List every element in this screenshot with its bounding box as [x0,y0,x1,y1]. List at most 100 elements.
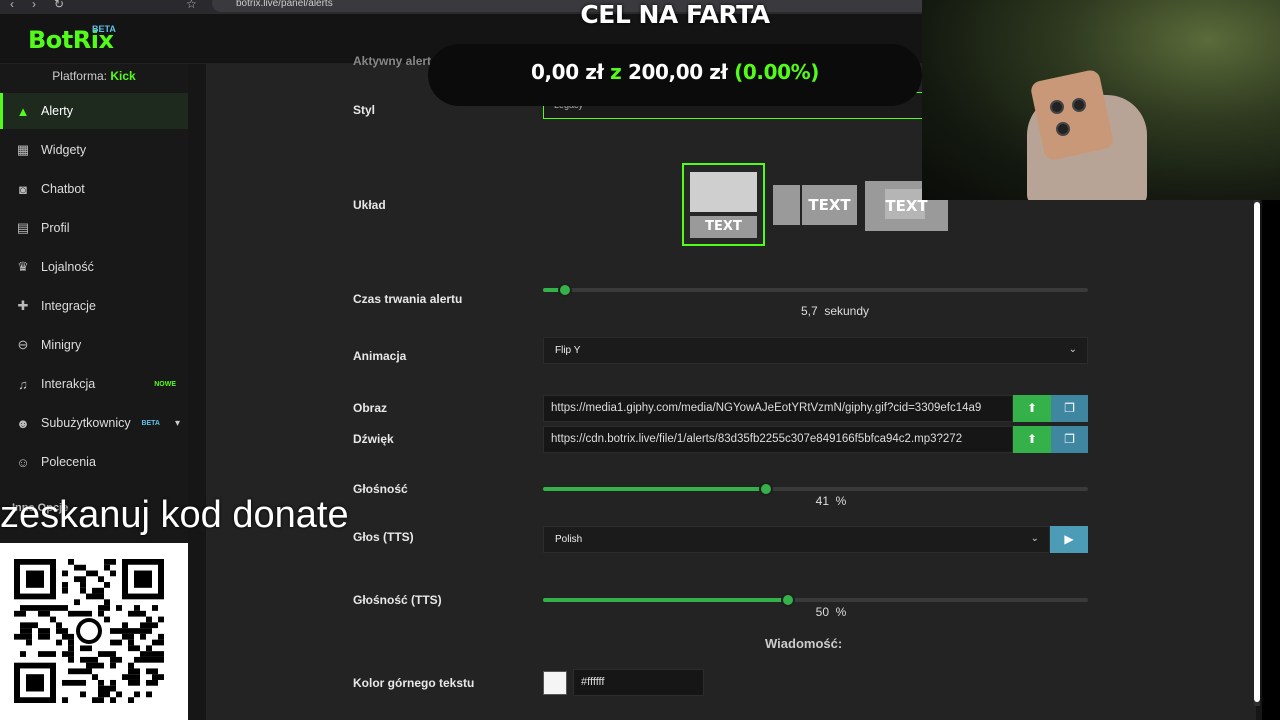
duration-slider-handle[interactable] [558,283,572,297]
sidebar-item-label: Chatbot [41,182,85,196]
sound-upload-button[interactable]: ⬆ [1013,426,1051,453]
upload-icon: ⬆ [1026,401,1038,415]
platform-value: Kick [110,69,136,83]
sidebar-item-subuzytkownicy[interactable]: ☻ Subużytkownicy BETA ▾ [0,405,188,441]
sidebar-item-polecenia[interactable]: ☺ Polecenia [0,444,188,480]
active-alert-label: Aktywny alert [353,54,432,68]
duration-label: Czas trwania alertu [353,292,463,306]
new-badge: NOWE [154,380,176,388]
music-icon: ♫ [18,376,28,392]
sidebar-item-chatbot[interactable]: ◙ Chatbot [0,171,188,207]
goal-percent: (0.00%) [734,60,820,84]
reload-icon[interactable]: ↻ [54,0,64,11]
goal-separator: z [610,60,622,84]
tts-volume-label: Głośność (TTS) [353,593,442,607]
tts-volume-slider-fill [543,598,788,602]
sidebar-item-profil[interactable]: ▤ Profil [0,210,188,246]
top-text-color-swatch[interactable] [543,671,567,695]
top-text-color-label: Kolor górnego tekstu [353,676,475,690]
image-label: Obraz [353,401,388,415]
tts-voice-select[interactable]: Polish ⌄ [543,526,1050,553]
sidebar-item-lojalnosc[interactable]: ♛ Lojalność [0,249,188,285]
sidebar-item-label: Alerty [41,104,73,118]
logo-beta-badge: BETA [92,24,116,34]
duration-number: 5,7 [800,304,818,318]
donate-qr-code [0,543,188,720]
sidebar-item-integracje[interactable]: ✚ Integracje [0,288,188,324]
forward-icon[interactable]: › [32,0,36,11]
qr-code-icon [14,559,164,703]
goal-title: CEL NA FARTA [580,0,770,29]
sidebar-item-alerty[interactable]: ▲ Alerty [0,93,188,129]
tts-play-button[interactable]: ▶ [1050,526,1088,553]
camera-lens-icon [1072,98,1086,112]
sidebar-item-widgety[interactable]: ▦ Widgety [0,132,188,168]
sound-url-input[interactable]: https://cdn.botrix.live/file/1/alerts/83… [543,426,1013,453]
volume-slider[interactable] [543,482,1088,496]
sidebar-item-label: Minigry [41,338,82,352]
tts-volume-slider[interactable] [543,593,1088,607]
goal-progress-text: 0,00 zł z 200,00 zł (0.00%) [428,60,922,84]
sidebar-item-label: Profil [41,221,70,235]
sidebar-item-minigry[interactable]: ⊖ Minigry [0,327,188,363]
grid-icon: ▦ [16,142,30,157]
sidebar-item-label: Widgety [41,143,87,157]
beta-badge: BETA [141,419,160,427]
volume-label: Głośność [353,482,408,496]
stream-edge [1262,200,1280,720]
content-scrollbar[interactable] [1254,196,1260,706]
image-url-value: https://media1.giphy.com/media/NGYowAJeE… [551,402,982,414]
tts-volume-value: 50 % [771,605,891,619]
animation-label: Animacja [353,349,407,363]
warning-icon: ▲ [16,103,30,119]
volume-value: 41 % [771,494,891,508]
phone-shape [1029,68,1115,162]
goal-target: 200,00 zł [627,60,728,84]
duration-value: 5,7 sekundy [775,304,895,318]
layout-text: TEXT [802,185,857,225]
sound-url-value: https://cdn.botrix.live/file/1/alerts/83… [551,433,963,445]
layout-label: Układ [353,198,386,212]
top-text-color-input[interactable]: #ffffff [573,669,704,696]
user-plus-icon: ☺ [16,454,30,470]
layout-option-side[interactable]: TEXT [773,185,857,225]
volume-number: 41 [815,494,829,508]
layout-text: TEXT [690,216,757,238]
users-icon: ☻ [16,415,30,431]
animation-select[interactable]: Flip Y ⌄ [543,337,1088,364]
platform-label: Platforma: [52,69,107,83]
tts-voice-value: Polish [555,534,583,545]
sidebar-item-label: Polecenia [41,455,96,469]
chevron-down-icon[interactable]: ▾ [175,418,180,429]
sidebar-item-label: Interakcja [41,377,96,391]
tts-voice-label: Głos (TTS) [353,530,414,544]
screen: ‹ › ↻ ☆ botrix.live/panel/alerts BotRix … [0,0,1280,720]
gamepad-icon: ⊖ [17,337,29,352]
bookmark-icon[interactable]: ☆ [186,0,197,11]
webcam-overlay [922,0,1280,200]
back-icon[interactable]: ‹ [10,0,14,11]
message-section-title: Wiadomość: [765,636,843,651]
image-placeholder-icon [773,185,800,225]
play-icon: ▶ [1064,532,1074,546]
camera-lens-icon [1056,122,1070,136]
goal-current: 0,00 zł [530,60,604,84]
scrollbar-thumb[interactable] [1254,202,1260,702]
image-url-input[interactable]: https://media1.giphy.com/media/NGYowAJeE… [543,395,1013,422]
duration-slider[interactable] [543,283,1088,297]
image-upload-button[interactable]: ⬆ [1013,395,1051,422]
sidebar-item-label: Integracje [41,299,96,313]
sidebar-item-interakcja[interactable]: ♫ Interakcja NOWE [0,366,188,402]
duration-unit: sekundy [824,304,870,318]
address-bar-url: botrix.live/panel/alerts [236,0,333,9]
upload-icon: ⬆ [1026,432,1038,446]
image-library-button[interactable]: ❐ [1051,395,1088,422]
volume-slider-fill [543,487,766,491]
top-text-color-value: #ffffff [581,676,605,688]
layout-option-stacked[interactable]: TEXT [682,163,765,246]
sidebar-item-label: Lojalność [41,260,94,274]
style-label: Styl [353,103,376,117]
sound-library-button[interactable]: ❐ [1051,426,1088,453]
camera-lens-icon [1050,100,1064,114]
tts-volume-number: 50 [815,605,829,619]
